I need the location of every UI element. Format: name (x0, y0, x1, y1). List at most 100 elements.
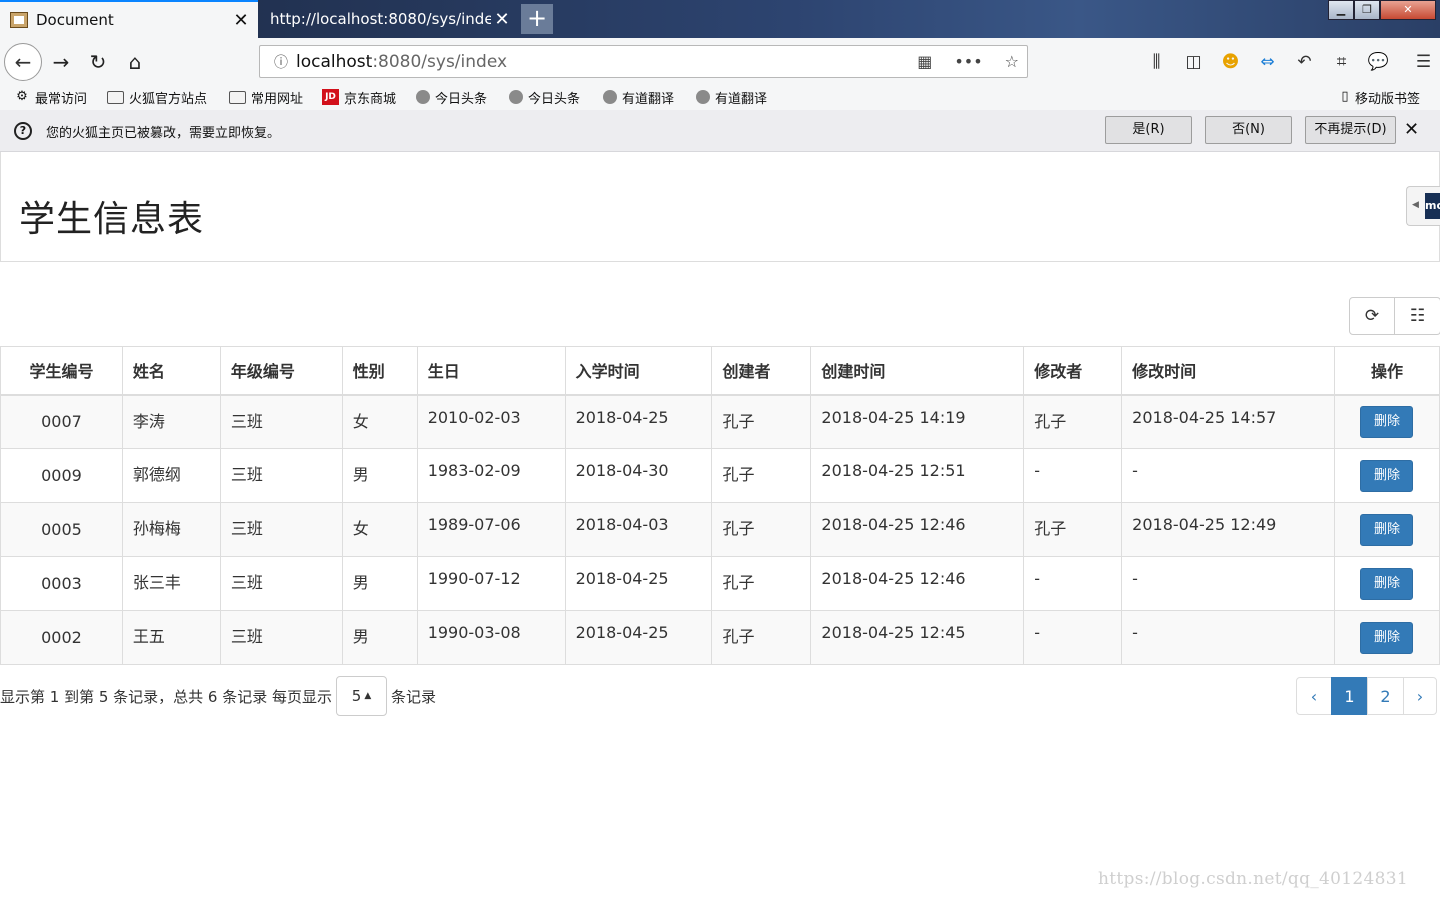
home-icon[interactable]: ⌂ (118, 38, 152, 86)
close-window-icon[interactable]: ✕ (1380, 0, 1436, 20)
column-header[interactable]: 创建者 (711, 346, 812, 396)
bookmark-toutiao-2[interactable]: 今日头条 (509, 86, 580, 108)
bookmark-mobile[interactable]: ▯ 移动版书签 (1340, 86, 1420, 108)
back-icon[interactable]: ← (4, 43, 42, 81)
minimize-icon[interactable]: ▁ (1328, 0, 1354, 20)
caret-up-icon: ▲ (364, 691, 372, 701)
page-size-dropdown[interactable]: 5 ▲ (336, 676, 388, 716)
mobile-icon: ▯ (1341, 89, 1349, 104)
page-button-2[interactable]: 2 (1367, 677, 1404, 715)
column-header: 操作 (1333, 346, 1440, 396)
emoji-icon[interactable]: ☻ (1212, 52, 1249, 72)
close-icon[interactable]: ✕ (1404, 119, 1419, 140)
reload-icon[interactable]: ↻ (81, 38, 115, 86)
column-header[interactable]: 创建时间 (810, 346, 1025, 396)
page-header: 学生信息表 ◀ mo (0, 152, 1440, 262)
table-cell: - (1121, 610, 1335, 665)
bookmark-star-icon[interactable]: ☆ (1005, 52, 1019, 71)
bookmark-label: 常用网址 (251, 91, 304, 107)
bookmark-most-visited[interactable]: ⚙ 最常访问 (14, 86, 87, 108)
tab-document[interactable]: Document ✕ (0, 0, 258, 38)
bookmark-youdao-1[interactable]: 有道翻译 (603, 86, 674, 108)
menu-icon[interactable]: ☰ (1405, 52, 1440, 72)
notice-yes-button[interactable]: 是(R) (1105, 116, 1192, 144)
bookmark-youdao-2[interactable]: 有道翻译 (696, 86, 767, 108)
table-cell: 三班 (219, 394, 343, 449)
address-bar[interactable]: ⓘ localhost:8080/sys/index ▦ ••• ☆ (259, 45, 1028, 78)
maximize-icon[interactable]: ❐ (1354, 0, 1380, 20)
folder-icon (107, 90, 124, 104)
table-cell: 张三丰 (121, 556, 221, 611)
crop-icon[interactable]: ⌗ (1323, 52, 1360, 72)
column-header[interactable]: 修改时间 (1121, 346, 1335, 396)
resize-icon[interactable]: ⇔ (1249, 52, 1286, 72)
tab-close-icon[interactable]: ✕ (230, 10, 252, 31)
page-actions-icon[interactable]: ••• (954, 52, 982, 71)
url-path: :8080/sys/index (372, 51, 508, 72)
table-cell: 1983-02-09 (416, 448, 566, 503)
delete-button[interactable]: 删除 (1360, 513, 1414, 546)
table-cell: 王五 (121, 610, 221, 665)
refresh-button[interactable]: ⟳ (1349, 297, 1395, 335)
delete-button[interactable]: 删除 (1360, 621, 1414, 654)
column-header[interactable]: 性别 (341, 346, 418, 396)
table-cell: 三班 (219, 448, 343, 503)
table-cell: 2018-04-03 (564, 502, 713, 557)
next-page-button[interactable]: › (1403, 677, 1437, 715)
side-widget-tab[interactable]: ◀ mo (1406, 186, 1440, 226)
table-cell: 0005 (0, 502, 123, 557)
column-header[interactable]: 生日 (416, 346, 566, 396)
table-cell: 孔子 (711, 448, 812, 503)
watermark: https://blog.csdn.net/qq_40124831 (1098, 869, 1408, 889)
table-row[interactable]: 0002 王五 三班 男 1990-03-08 2018-04-25 孔子 20… (0, 610, 1440, 665)
page-title: 学生信息表 (19, 199, 205, 240)
table-cell: 三班 (219, 610, 343, 665)
undo-icon[interactable]: ↶ (1286, 52, 1323, 72)
table-cell: 孔子 (711, 502, 812, 557)
tab-sys-index[interactable]: http://localhost:8080/sys/index ✕ (259, 0, 519, 38)
qr-code-icon[interactable]: ▦ (917, 52, 932, 71)
tab-close-icon[interactable]: ✕ (491, 9, 513, 30)
library-icon[interactable]: ⫼ (1138, 52, 1175, 72)
bookmark-firefox-official[interactable]: 火狐官方站点 (107, 86, 207, 108)
table-cell: 2018-04-25 12:45 (810, 610, 1025, 665)
table-row[interactable]: 0009 郭德纲 三班 男 1983-02-09 2018-04-30 孔子 2… (0, 448, 1440, 503)
globe-icon (696, 90, 710, 104)
bookmark-jd[interactable]: JD 京东商城 (322, 86, 396, 108)
columns-toggle-button[interactable]: ☷ (1395, 297, 1440, 335)
forward-icon[interactable]: → (44, 38, 78, 86)
tab-title: http://localhost:8080/sys/index (270, 10, 491, 28)
table-row[interactable]: 0003 张三丰 三班 男 1990-07-12 2018-04-25 孔子 2… (0, 556, 1440, 611)
table-row[interactable]: 0005 孙梅梅 三班 女 1989-07-06 2018-04-03 孔子 2… (0, 502, 1440, 557)
column-header[interactable]: 姓名 (121, 346, 221, 396)
new-tab-button[interactable]: + (521, 4, 553, 34)
prev-page-button[interactable]: ‹ (1296, 677, 1332, 715)
delete-button[interactable]: 删除 (1360, 567, 1414, 600)
notice-no-button[interactable]: 否(N) (1205, 116, 1292, 144)
table-cell: 2018-04-25 (564, 394, 713, 449)
table-row[interactable]: 0007 李涛 三班 女 2010-02-03 2018-04-25 孔子 20… (0, 394, 1440, 449)
delete-button[interactable]: 删除 (1360, 459, 1414, 492)
bookmark-common-sites[interactable]: 常用网址 (229, 86, 303, 108)
page-button-1[interactable]: 1 (1331, 677, 1368, 715)
notice-never-button[interactable]: 不再提示(D) (1305, 116, 1396, 144)
table-cell: 2018-04-25 12:46 (810, 502, 1025, 557)
column-header[interactable]: 年级编号 (219, 346, 343, 396)
column-header[interactable]: 学生编号 (0, 346, 123, 396)
table-cell: 2018-04-25 (564, 610, 713, 665)
delete-button[interactable]: 删除 (1360, 405, 1414, 438)
table-cell: 孙梅梅 (121, 502, 221, 557)
column-header[interactable]: 入学时间 (564, 346, 713, 396)
bookmarks-toolbar: ⚙ 最常访问 火狐官方站点 常用网址 JD 京东商城 今日头条 今日头条 有道翻译 … (0, 86, 1440, 110)
table-cell: 0007 (0, 394, 123, 449)
chat-icon[interactable]: 💬 (1360, 52, 1397, 72)
globe-icon (416, 90, 430, 104)
tab-title: Document (36, 11, 114, 29)
site-info-icon[interactable]: ⓘ (266, 52, 296, 72)
table-cell: 三班 (219, 556, 343, 611)
sidebar-icon[interactable]: ◫ (1175, 52, 1212, 72)
bookmark-toutiao-1[interactable]: 今日头条 (416, 86, 487, 108)
table-cell: 2018-04-25 12:46 (810, 556, 1025, 611)
column-header[interactable]: 修改者 (1023, 346, 1123, 396)
table-cell: 1990-07-12 (416, 556, 566, 611)
